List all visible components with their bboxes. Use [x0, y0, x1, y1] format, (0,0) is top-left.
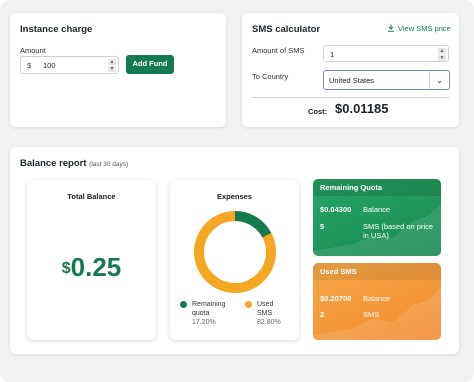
amount-label: Amount: [20, 46, 46, 55]
sms-calculator-card: SMS calculator View SMS price Amount of …: [242, 13, 459, 127]
remaining-legend-percent: 17.20%: [192, 319, 216, 326]
expenses-donut-chart: [194, 211, 276, 293]
used-sms-legend-dot: [245, 301, 252, 308]
remaining-quota-legend-dot: [180, 301, 187, 308]
remaining-quota-count-label: SMS (based on price in USA): [363, 222, 433, 240]
expenses-title: Expenses: [216, 192, 253, 201]
cost-label: Cost:: [308, 107, 328, 116]
download-icon: [388, 24, 394, 32]
remaining-quota-card: Remaining Quota $0.04300 Balance 5 SMS (…: [313, 179, 441, 256]
instance-charge-title: Instance charge: [20, 24, 93, 35]
sms-amount-value: 1: [330, 50, 335, 59]
stepper-down-icon[interactable]: ▼: [438, 55, 446, 61]
used-sms-card: Used SMS $0.20700 Balance 2 SMS: [313, 263, 441, 340]
used-sms-count: 2: [320, 310, 325, 319]
add-fund-button[interactable]: Add Fund: [126, 55, 174, 74]
total-balance-value: $0.25: [27, 252, 156, 283]
divider: [252, 97, 449, 98]
balance-report-subtitle: (last 30 days): [89, 161, 129, 168]
used-legend-line2: SMS: [257, 310, 273, 317]
remaining-quota-amount: $0.04300: [320, 205, 352, 214]
balance-report-card: Balance report (last 30 days) Total Bala…: [10, 147, 459, 354]
remaining-quota-amount-label: Balance: [363, 205, 391, 214]
instance-charge-card: Instance charge Amount $ 100 ▲ ▼ Add Fun…: [10, 13, 226, 127]
stepper-up-icon[interactable]: ▲: [108, 59, 116, 65]
amount-of-sms-label: Amount of SMS: [252, 46, 305, 55]
remaining-quota-title: Remaining Quota: [313, 179, 441, 196]
total-balance-card: Total Balance $0.25: [27, 180, 156, 340]
remaining-quota-count: 5: [320, 222, 325, 231]
used-sms-amount: $0.20700: [320, 294, 352, 303]
used-legend-line1: Used: [257, 301, 274, 308]
used-sms-amount-label: Balance: [363, 294, 391, 303]
country-select[interactable]: United States ⌄: [323, 70, 450, 90]
total-balance-amount: 0.25: [70, 252, 122, 282]
used-sms-count-label: SMS: [363, 310, 380, 319]
remaining-legend-line1: Remaining: [192, 301, 226, 308]
amount-value: 100: [43, 61, 56, 70]
remaining-quota-count-label-line1: SMS (based on price: [363, 222, 434, 231]
stepper-up-icon[interactable]: ▲: [438, 48, 446, 54]
to-country-label: To Country: [252, 72, 289, 81]
total-balance-currency: $: [61, 260, 71, 277]
sms-amount-stepper[interactable]: ▲ ▼: [438, 48, 446, 61]
chevron-down-icon[interactable]: ⌄: [429, 71, 449, 89]
remaining-legend-line2: quota: [192, 310, 210, 317]
used-sms-legend: Used SMS 82.80%: [257, 300, 281, 327]
amount-stepper[interactable]: ▲ ▼: [108, 59, 116, 72]
remaining-quota-legend: Remaining quota 17.20%: [192, 300, 225, 327]
view-sms-price-label: View SMS price: [398, 24, 451, 33]
balance-report-heading: Balance report: [20, 158, 87, 169]
currency-symbol: $: [27, 61, 32, 70]
cost-value: $0.01185: [335, 101, 389, 116]
used-legend-percent: 82.80%: [257, 319, 281, 326]
total-balance-title: Total Balance: [67, 192, 116, 201]
amount-input[interactable]: $ 100 ▲ ▼: [20, 56, 119, 74]
sms-amount-input[interactable]: 1 ▲ ▼: [323, 45, 449, 62]
sms-calculator-title: SMS calculator: [252, 24, 321, 35]
view-sms-price-link[interactable]: View SMS price: [387, 24, 451, 33]
used-sms-title: Used SMS: [313, 263, 441, 280]
balance-report-title: Balance report (last 30 days): [20, 158, 128, 169]
expenses-card: Expenses Remaining quota 17.20% Used SMS…: [170, 180, 299, 340]
country-value: United States: [329, 76, 375, 85]
stepper-down-icon[interactable]: ▼: [108, 66, 116, 72]
remaining-quota-count-label-line2: in USA): [363, 231, 389, 240]
